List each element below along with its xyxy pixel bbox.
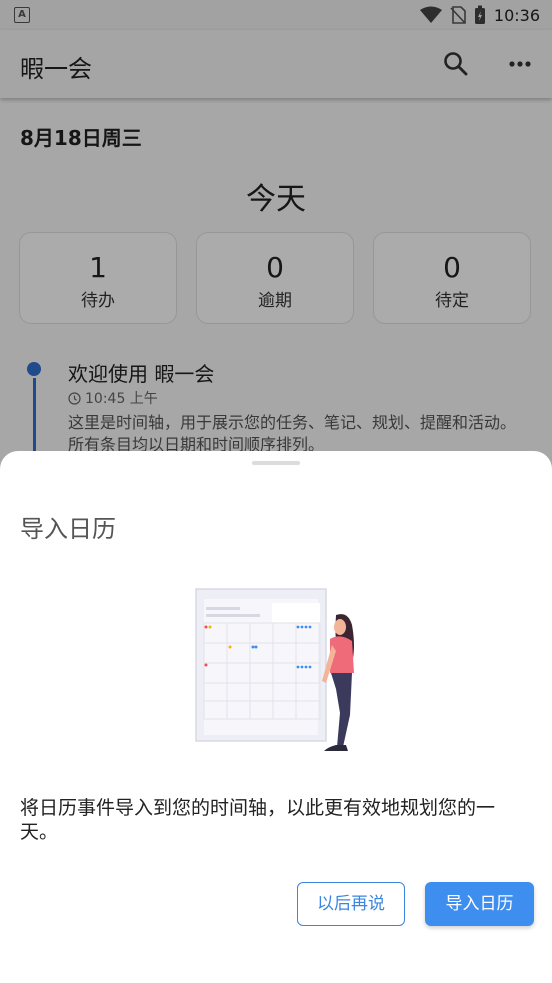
sheet-title: 导入日历 (20, 515, 116, 543)
later-button[interactable]: 以后再说 (297, 882, 405, 926)
import-calendar-button[interactable]: 导入日历 (425, 882, 534, 926)
sheet-description: 将日历事件导入到您的时间轴，以此更有效地规划您的一天。 (20, 797, 496, 843)
drag-handle[interactable] (252, 461, 300, 465)
calendar-illustration (195, 588, 354, 751)
import-calendar-sheet: 导入日历 将日历事件导入到您的时间轴，以此更有效地规划您的一天。 以后再说 导入… (0, 451, 552, 983)
